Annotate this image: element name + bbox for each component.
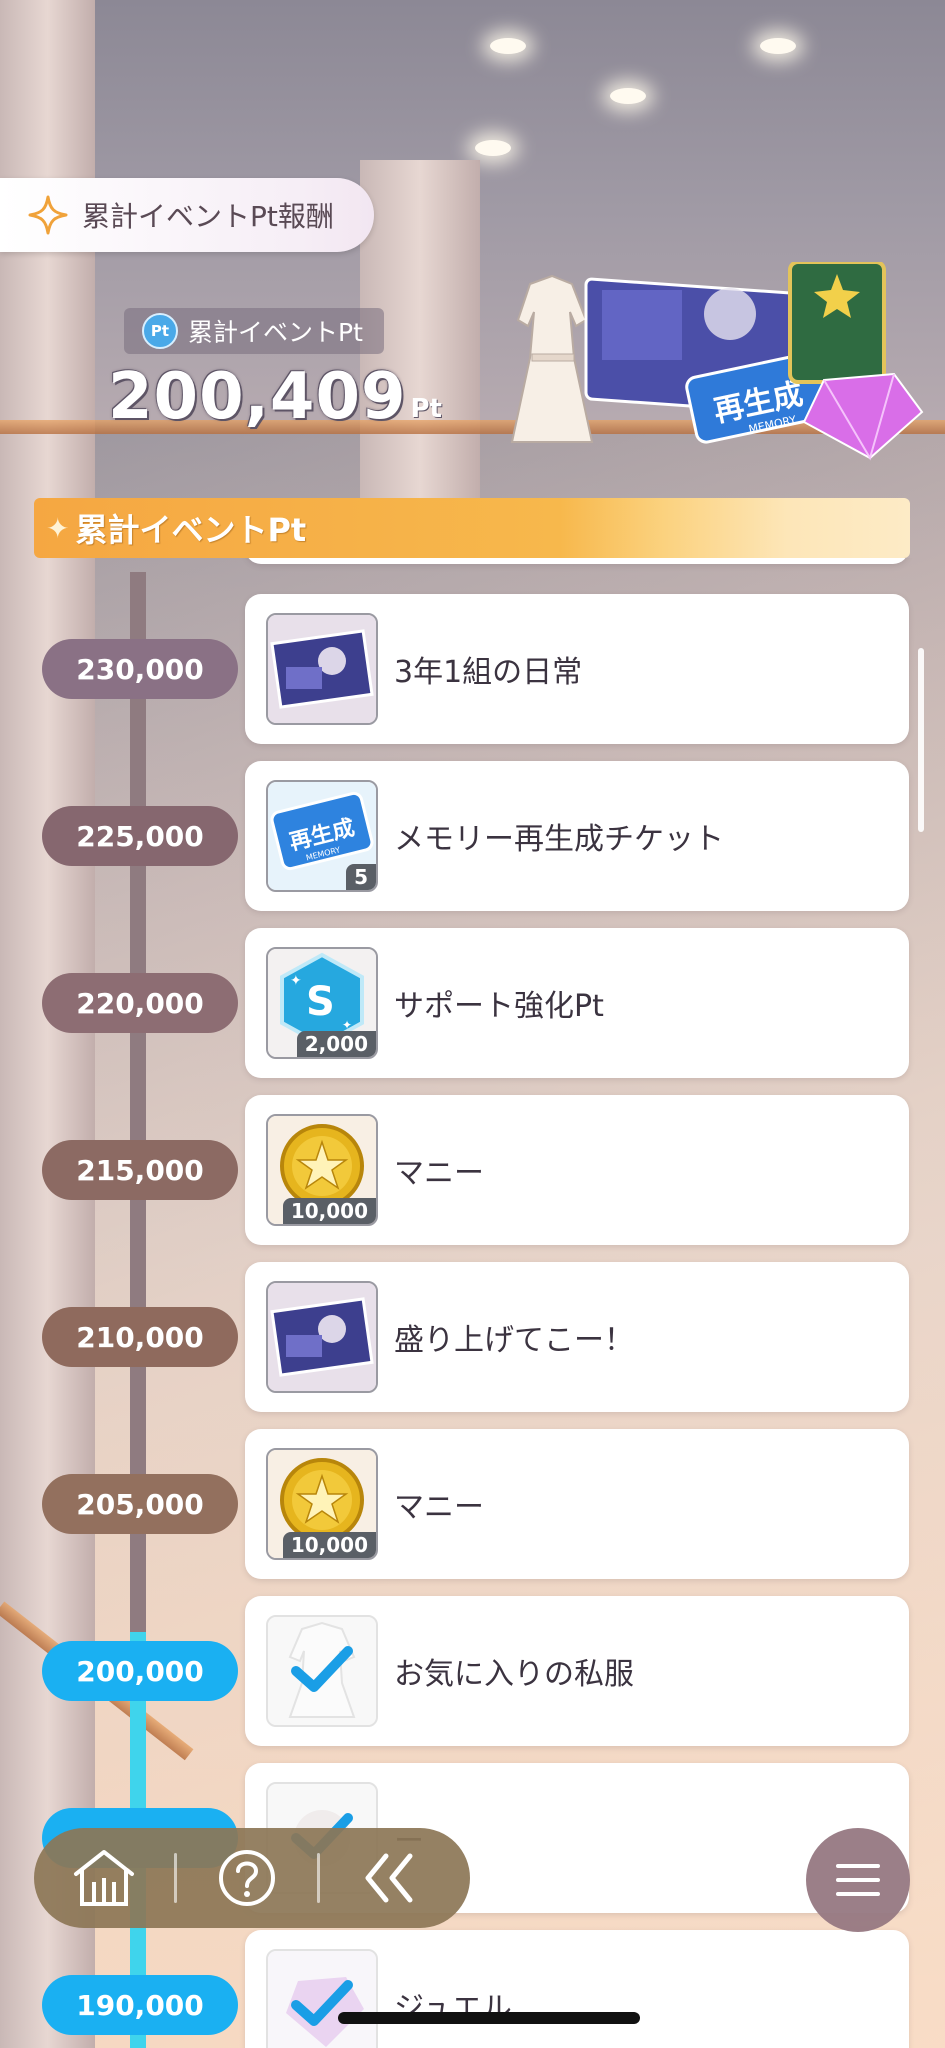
check-icon	[291, 1646, 353, 1692]
milestone-points-badge: 215,000	[42, 1140, 238, 1200]
reward-name: メモリー再生成チケット	[394, 822, 724, 857]
milestone-points-badge: 220,000	[42, 973, 238, 1033]
reward-card[interactable]: 再生成 MEMORY 5 メモリー再生成チケット	[245, 761, 909, 911]
points-label-chip: Pt 累計イベントPt	[124, 308, 384, 354]
menu-button[interactable]	[806, 1828, 910, 1932]
costume-icon	[510, 274, 594, 443]
hamburger-menu-icon	[836, 1864, 880, 1896]
ceiling-light	[475, 140, 511, 156]
money-coin-icon: 10,000	[266, 1114, 378, 1226]
reward-card[interactable]: 10,000 マニー	[245, 1429, 909, 1579]
points-value: 200,409 Pt	[108, 360, 442, 434]
pt-icon: Pt	[142, 313, 178, 349]
ceiling-light	[490, 38, 526, 54]
milestone-points-badge: 210,000	[42, 1307, 238, 1367]
home-icon	[74, 1850, 134, 1906]
support-pt-icon: S ✦ ✦ 2,000	[266, 947, 378, 1059]
reward-card[interactable]: 3年1組の日常	[245, 594, 909, 744]
reward-quantity: 10,000	[282, 1198, 376, 1224]
jewel-icon	[266, 1949, 378, 2048]
reward-card[interactable]: 盛り上げてこー！	[245, 1262, 909, 1412]
help-button[interactable]	[177, 1828, 317, 1928]
reward-preview-art: 再生成 MEMORY	[510, 262, 924, 461]
double-chevron-left-icon	[365, 1853, 413, 1903]
reward-name: マニー	[394, 1490, 484, 1525]
svg-text:✦: ✦	[342, 1018, 352, 1032]
reward-card[interactable]: ジュエル	[245, 1930, 909, 2048]
question-icon	[219, 1850, 275, 1906]
reward-name: 3年1組の日常	[394, 655, 583, 690]
points-number: 200,409	[108, 360, 407, 434]
milestone-points-badge: 225,000	[42, 806, 238, 866]
section-title: 累計イベントPt	[75, 511, 307, 549]
badge-icon	[788, 262, 886, 384]
points-label: 累計イベントPt	[188, 318, 363, 347]
milestone-points-badge: 205,000	[42, 1474, 238, 1534]
svg-text:✦: ✦	[290, 973, 302, 989]
reward-card[interactable]: お気に入りの私服	[245, 1596, 909, 1746]
sparkle-icon	[28, 195, 68, 235]
reward-card[interactable]: 10,000 マニー	[245, 1095, 909, 1245]
reward-name: 盛り上げてこー！	[394, 1323, 634, 1358]
reward-name: お気に入りの私服	[394, 1657, 634, 1692]
jewel-icon	[802, 372, 924, 461]
back-button[interactable]	[320, 1828, 460, 1928]
memory-card-icon	[266, 613, 378, 725]
milestone-points-badge: 190,000	[42, 1975, 238, 2035]
reward-card-partial	[245, 558, 909, 564]
page-title-banner: 累計イベントPt報酬	[0, 178, 374, 252]
reward-quantity: 2,000	[296, 1031, 376, 1057]
page-title: 累計イベントPt報酬	[82, 200, 334, 233]
section-header: ✦ 累計イベントPt	[34, 498, 910, 558]
reward-list[interactable]: 230,000 3年1組の日常 225,000 再生成 MEMORY 5 メモリー再生成チケ…	[0, 558, 945, 2048]
memory-card-icon	[266, 1281, 378, 1393]
home-indicator[interactable]	[338, 2012, 640, 2024]
ceiling-light	[760, 38, 796, 54]
reward-card[interactable]: S ✦ ✦ 2,000 サポート強化Pt	[245, 928, 909, 1078]
home-button[interactable]	[34, 1828, 174, 1928]
badge-letter: S	[306, 979, 335, 1025]
costume-icon	[266, 1615, 378, 1727]
regenerate-ticket-icon: 再生成 MEMORY 5	[266, 780, 378, 892]
sparkle-icon: ✦	[46, 511, 70, 545]
scrollbar[interactable]	[918, 648, 924, 832]
reward-name: マニー	[394, 1156, 484, 1191]
money-coin-icon: 10,000	[266, 1448, 378, 1560]
milestone-points-badge: 230,000	[42, 639, 238, 699]
reward-quantity: 5	[346, 864, 376, 890]
ceiling-light	[610, 88, 646, 104]
points-unit: Pt	[410, 394, 442, 424]
reward-name: サポート強化Pt	[394, 989, 604, 1024]
bottom-nav	[34, 1828, 470, 1928]
milestone-points-badge: 200,000	[42, 1641, 238, 1701]
reward-quantity: 10,000	[282, 1532, 376, 1558]
